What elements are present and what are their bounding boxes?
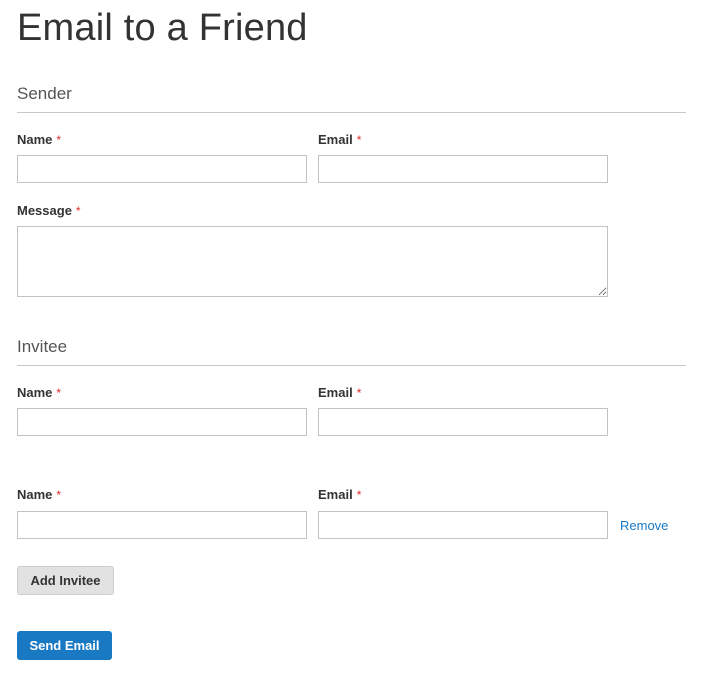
invitee-2-name-label-text: Name: [17, 487, 53, 502]
invitee-1-email-label: Email *: [318, 385, 361, 401]
invitee-1-name-input[interactable]: [17, 408, 307, 436]
sender-email-label-text: Email: [318, 132, 353, 147]
sender-divider: [17, 112, 686, 113]
invitee-2-email-label-text: Email: [318, 487, 353, 502]
invitee-1-name-label: Name *: [17, 385, 61, 401]
sender-email-label: Email *: [318, 132, 361, 148]
send-email-button[interactable]: Send Email: [17, 631, 112, 660]
invitee-1-email-input[interactable]: [318, 408, 608, 436]
sender-message-label-text: Message: [17, 203, 72, 218]
sender-name-input[interactable]: [17, 155, 307, 183]
invitee-divider: [17, 365, 686, 366]
required-marker: *: [56, 488, 62, 502]
sender-name-label: Name *: [17, 132, 61, 148]
sender-message-label: Message *: [17, 203, 81, 219]
invitee-2-email-label: Email *: [318, 487, 361, 503]
invitee-2-email-input[interactable]: [318, 511, 608, 539]
required-marker: *: [356, 488, 362, 502]
sender-name-label-text: Name: [17, 132, 53, 147]
required-marker: *: [356, 133, 362, 147]
invitee-1-name-label-text: Name: [17, 385, 53, 400]
page-title: Email to a Friend: [17, 7, 308, 49]
required-marker: *: [56, 133, 62, 147]
invitee-2-name-label: Name *: [17, 487, 61, 503]
invitee-2-name-input[interactable]: [17, 511, 307, 539]
sender-email-input[interactable]: [318, 155, 608, 183]
required-marker: *: [75, 204, 81, 218]
required-marker: *: [356, 386, 362, 400]
remove-invitee-link[interactable]: Remove: [620, 518, 668, 533]
invitee-legend: Invitee: [17, 337, 68, 356]
invitee-1-email-label-text: Email: [318, 385, 353, 400]
sender-message-textarea[interactable]: [17, 226, 608, 297]
add-invitee-button[interactable]: Add Invitee: [17, 566, 114, 595]
required-marker: *: [56, 386, 62, 400]
sender-legend: Sender: [17, 84, 72, 103]
